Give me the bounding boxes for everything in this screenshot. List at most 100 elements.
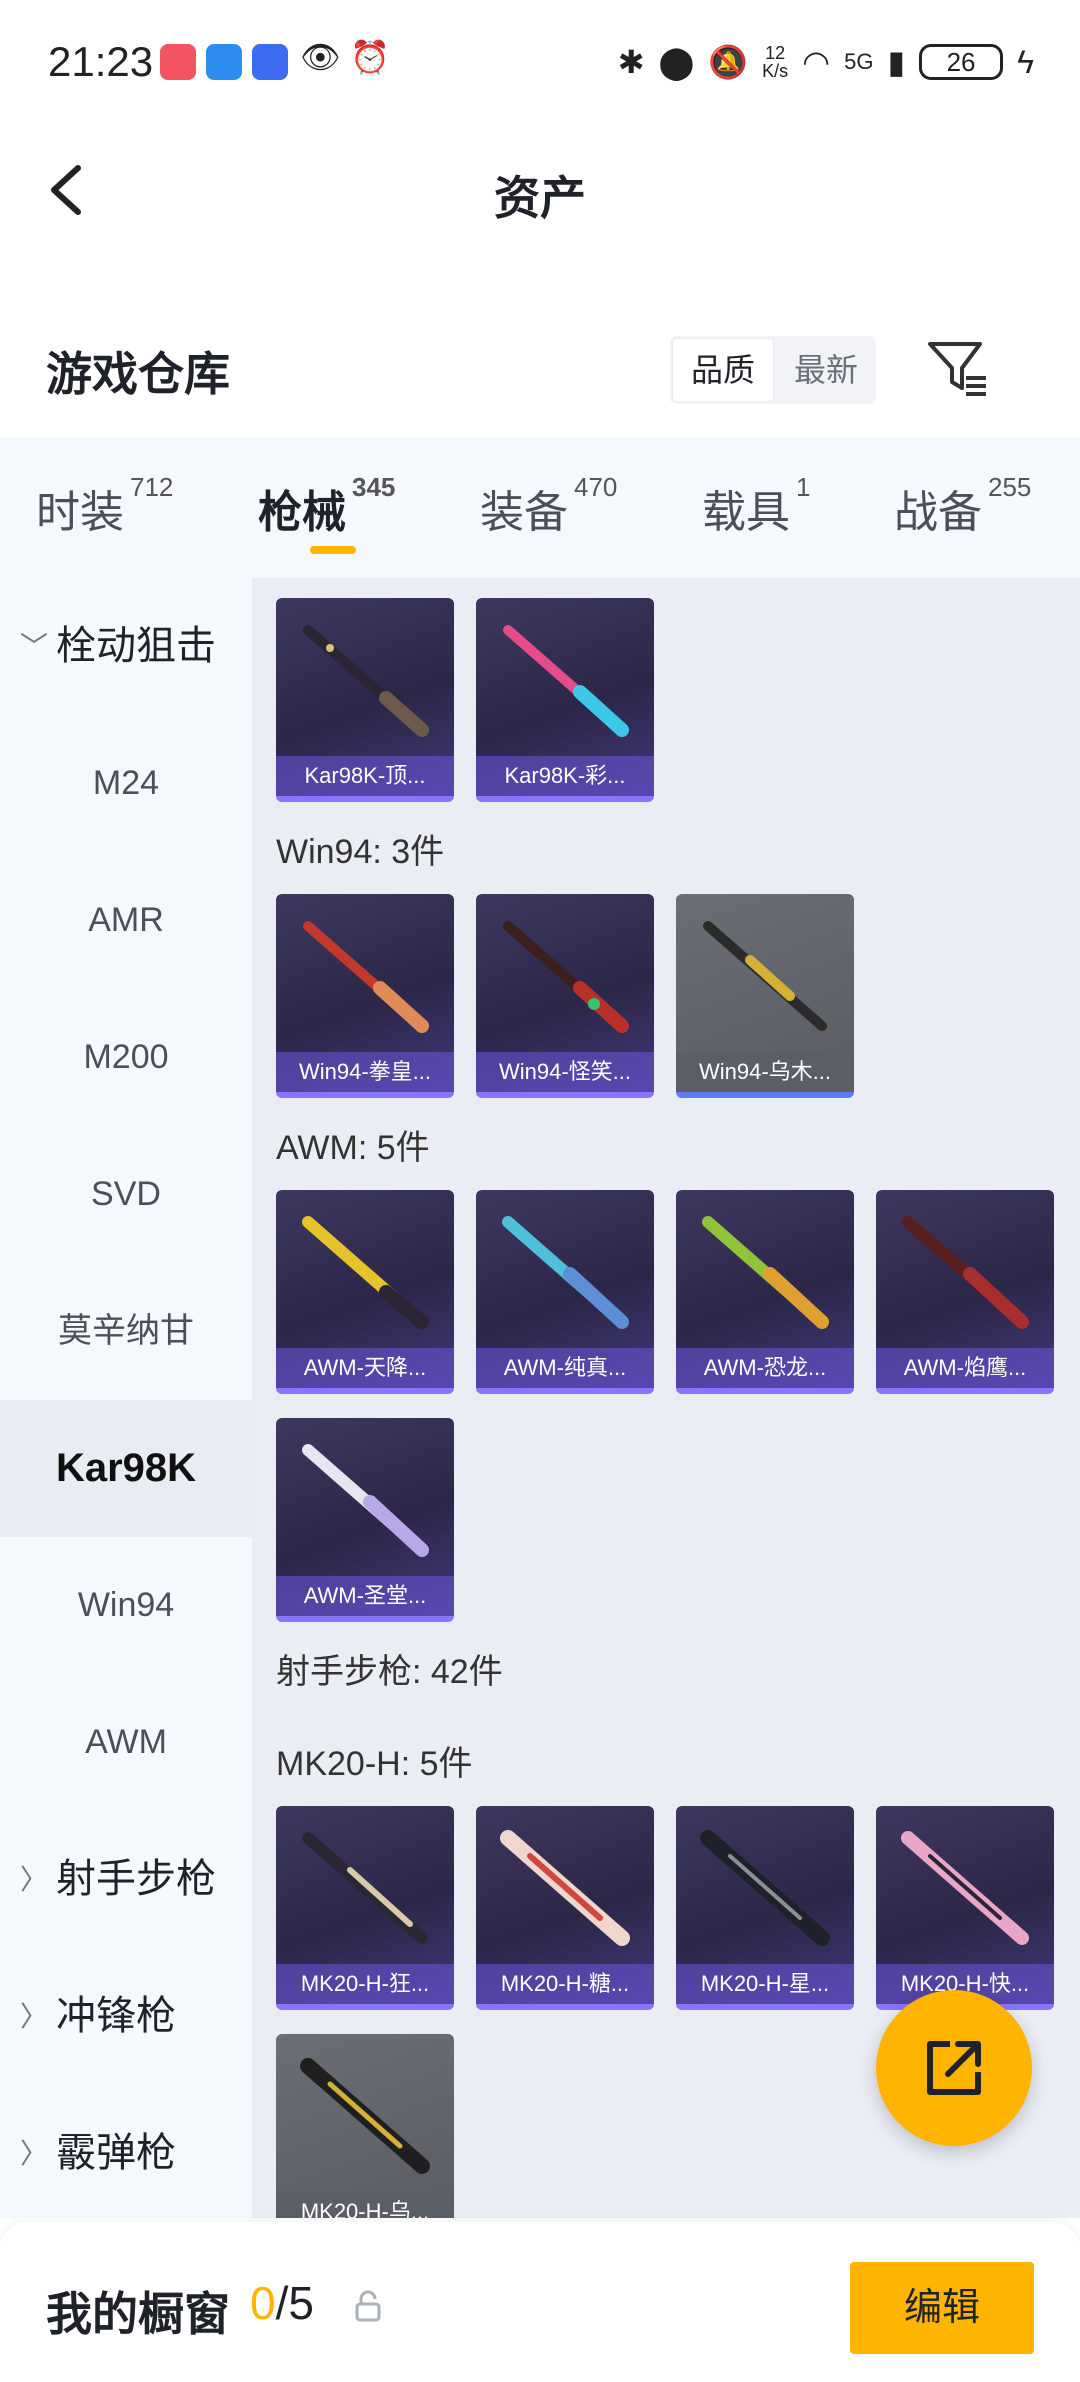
share-button[interactable] [876, 1990, 1032, 2146]
status-time: 21:23 [48, 38, 154, 85]
skin-card[interactable]: AWM-焰鹰... [876, 1190, 1054, 1394]
tab-label: 载具 [702, 488, 790, 537]
sort-option-latest[interactable]: 最新 [776, 336, 876, 404]
tab-count: 1 [796, 472, 811, 502]
rifle-skin-icon [302, 1216, 429, 1329]
battery-indicator: 26 [919, 44, 1004, 80]
skin-card[interactable]: Win94-拳皇... [276, 894, 454, 1098]
rifle-skin-icon [502, 1216, 629, 1329]
sidebar-item-label: 冲锋枪 [56, 1994, 176, 2038]
active-tab-indicator [310, 546, 356, 554]
skin-card[interactable]: AWM-纯真... [476, 1190, 654, 1394]
skin-card[interactable]: MK20-H-星... [676, 1806, 854, 2010]
tab-weapons[interactable]: 枪械345 [258, 472, 395, 540]
sidebar-item-svd[interactable]: SVD [0, 1126, 252, 1263]
skin-card[interactable]: Win94-怪笑... [476, 894, 654, 1098]
chevron-right-icon: 〉 [20, 2138, 49, 2169]
location-icon: ⬤ [658, 44, 695, 80]
group-header-dmr: 射手步枪: 42件 [276, 1653, 503, 1691]
filter-icon[interactable] [926, 338, 990, 398]
rifle-skin-icon [302, 1832, 428, 1944]
sidebar-item-win94[interactable]: Win94 [0, 1537, 252, 1674]
tab-vehicles[interactable]: 载具1 [702, 472, 810, 540]
sort-toggle: 品质 最新 [670, 336, 876, 404]
skin-card[interactable]: MK20-H-狂... [276, 1806, 454, 2010]
net-speed-value: 12 [765, 43, 786, 63]
sort-option-quality[interactable]: 品质 [673, 339, 773, 401]
charging-icon: ϟ [1017, 43, 1034, 80]
skin-card[interactable]: Win94-乌木... [676, 894, 854, 1098]
share-icon [927, 2041, 981, 2095]
skin-card-label: MK20-H-糖... [476, 1964, 654, 2004]
edit-button[interactable]: 编辑 [850, 2262, 1034, 2354]
warehouse-title: 游戏仓库 [46, 348, 230, 400]
sidebar-item-dmr[interactable]: 〉射手步枪 [0, 1811, 252, 1948]
rifle-skin-icon [503, 921, 629, 1033]
rifle-skin-icon [303, 921, 429, 1033]
rifle-skin-icon [302, 1444, 429, 1557]
eye-icon: 👁 [300, 39, 341, 75]
sidebar-item-m200[interactable]: M200 [0, 989, 252, 1126]
sidebar-item-bolt-action[interactable]: ﹀ 栓动狙击 [0, 578, 252, 715]
sidebar-item-kar98k[interactable]: Kar98K [0, 1400, 252, 1537]
skin-card[interactable]: MK20-H-快... [876, 1806, 1054, 2010]
chevron-right-icon: 〉 [20, 2001, 49, 2032]
mute-icon: 🔕 [708, 44, 749, 80]
skin-card-label: AWM-恐龙... [676, 1348, 854, 1388]
category-tabs: 时装712 枪械345 装备470 载具1 战备255 [0, 438, 1080, 578]
sidebar-item-smg[interactable]: 〉冲锋枪 [0, 1948, 252, 2085]
rifle-skin-icon [902, 1216, 1029, 1329]
net-speed-unit: K/s [762, 61, 789, 81]
app-notification-icon-blue [206, 44, 242, 80]
sidebar-item-mosin[interactable]: 莫辛纳甘 [0, 1263, 252, 1400]
skin-card[interactable]: Kar98K-彩... [476, 598, 654, 802]
rifle-skin-icon [500, 1830, 630, 1946]
skin-card[interactable]: Kar98K-顶... [276, 598, 454, 802]
skin-card-label: Win94-怪笑... [476, 1052, 654, 1092]
sidebar-item-awm[interactable]: AWM [0, 1674, 252, 1811]
skin-card-label: Win94-乌木... [676, 1052, 854, 1092]
skin-card[interactable]: AWM-恐龙... [676, 1190, 854, 1394]
tab-count: 712 [130, 472, 174, 502]
skin-card[interactable]: MK20-H-糖... [476, 1806, 654, 2010]
rifle-skin-icon [503, 625, 629, 737]
sidebar-item-label: 霰弹枪 [56, 2131, 176, 2175]
sidebar-item-label: 射手步枪 [56, 1857, 216, 1901]
weapon-category-sidebar: ﹀ 栓动狙击 M24 AMR M200 SVD 莫辛纳甘 Kar98K Win94… [0, 578, 252, 2218]
rifle-skin-icon [300, 2058, 430, 2174]
skin-card[interactable]: MK20-H-乌... [276, 2034, 454, 2218]
sidebar-item-shotgun[interactable]: 〉霰弹枪 [0, 2085, 252, 2222]
nav-bar: 资产 [0, 130, 1080, 250]
skin-card[interactable]: AWM-天降... [276, 1190, 454, 1394]
tab-label: 时装 [36, 488, 124, 537]
rifle-skin-icon [901, 1831, 1029, 1945]
skin-card-label: Kar98K-彩... [476, 756, 654, 796]
showcase-count: 0/5 [250, 2276, 314, 2330]
tab-equipment[interactable]: 装备470 [480, 472, 617, 540]
skin-card[interactable]: AWM-圣堂... [276, 1418, 454, 1622]
showcase-title: 我的橱窗 [46, 2288, 230, 2340]
skin-card-label: AWM-焰鹰... [876, 1348, 1054, 1388]
status-bar: 21:23 👁 ⏰ ✱ ⬤ 🔕 12 K/s ◠ 5G ▮ 26 ϟ [0, 0, 1080, 120]
showcase-total: /5 [275, 2277, 314, 2329]
page-title: 资产 [494, 172, 586, 224]
skin-card-label: Win94-拳皇... [276, 1052, 454, 1092]
tab-gear[interactable]: 战备255 [894, 472, 1031, 540]
sidebar-item-m24[interactable]: M24 [0, 715, 252, 852]
app-notification-icon-game [252, 44, 288, 80]
tab-label: 战备 [894, 488, 982, 537]
tab-label: 装备 [480, 488, 568, 537]
alarm-icon: ⏰ [350, 39, 390, 75]
chevron-right-icon: 〉 [20, 1864, 49, 1895]
sidebar-item-amr[interactable]: AMR [0, 852, 252, 989]
rifle-skin-icon [700, 1830, 830, 1946]
status-right: ✱ ⬤ 🔕 12 K/s ◠ 5G ▮ 26 ϟ [618, 40, 1034, 84]
lock-icon [355, 2290, 381, 2322]
tab-fashion[interactable]: 时装712 [36, 472, 173, 540]
tab-label: 枪械 [258, 488, 346, 537]
sidebar-item-label: 栓动狙击 [56, 624, 216, 668]
skin-card-label: AWM-圣堂... [276, 1576, 454, 1616]
signal-icon: ▮ [887, 44, 906, 80]
showcase-current: 0 [250, 2277, 276, 2329]
tab-count: 255 [988, 472, 1032, 502]
